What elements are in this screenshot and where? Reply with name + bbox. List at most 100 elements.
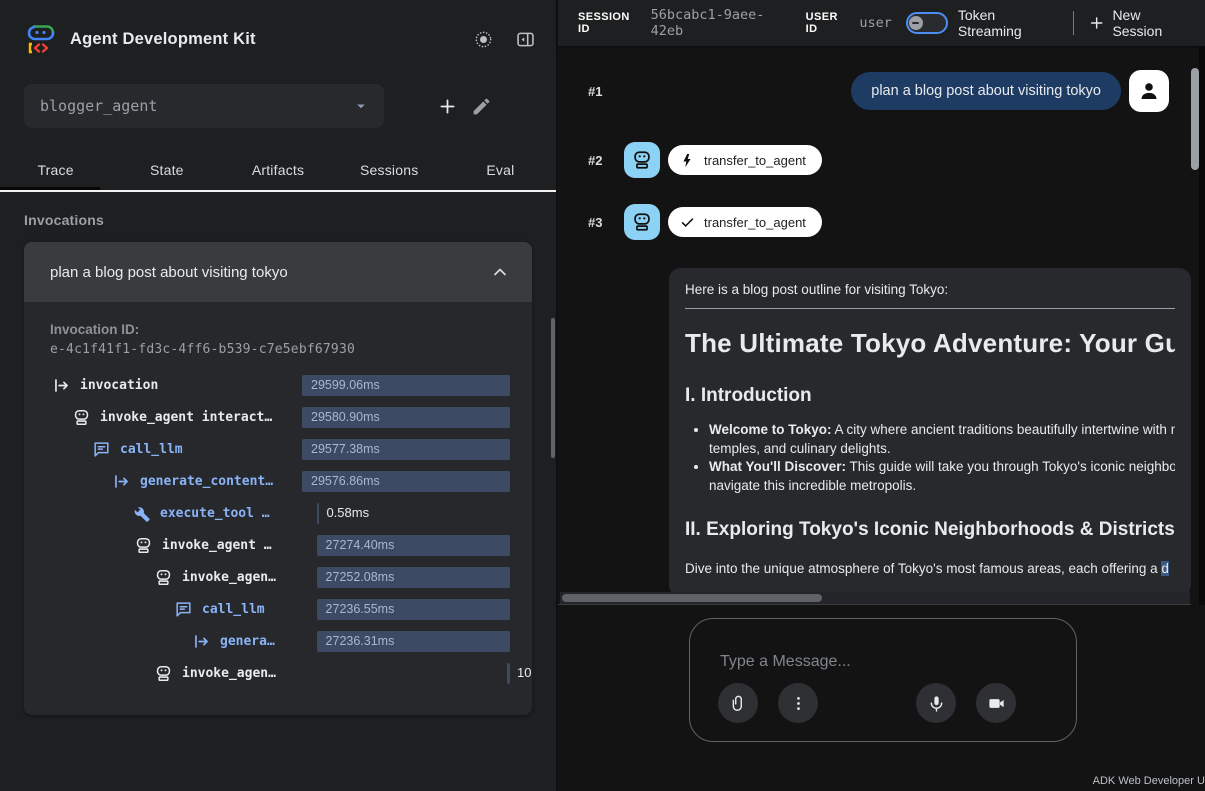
chat-icon: [92, 440, 111, 459]
duration-bar: 29599.06ms: [302, 375, 510, 396]
agent-select[interactable]: blogger_agent: [24, 84, 384, 128]
duration-label: 0.58ms: [326, 505, 369, 520]
left-panel-scrollbar[interactable]: [551, 318, 555, 458]
invocation-card-header[interactable]: plan a blog post about visiting tokyo: [24, 242, 532, 302]
window-edge: [1199, 46, 1205, 605]
person-icon: [1137, 79, 1161, 103]
duration-bar: 27252.08ms: [317, 567, 510, 588]
right-panel: SESSION ID 56bcabc1-9aee-42eb USER ID us…: [558, 0, 1205, 791]
duration-label: 10: [517, 665, 531, 680]
token-streaming-toggle[interactable]: [906, 12, 948, 34]
trace-span-label: execute_tool …: [160, 506, 270, 521]
tab-sessions[interactable]: Sessions: [334, 152, 445, 190]
trace-row[interactable]: call_llm27236.55ms: [50, 593, 510, 625]
trace-row[interactable]: genera… 27236.31ms: [50, 625, 510, 657]
trace-row[interactable]: generate_content…29576.86ms: [50, 465, 510, 497]
list-item: What You'll Discover: This guide will ta…: [709, 458, 1175, 495]
invocation-title: plan a blog post about visiting tokyo: [50, 264, 490, 281]
tab-state[interactable]: State: [111, 152, 222, 190]
arrow-icon: [192, 632, 211, 651]
duration-label: 27252.08ms: [317, 570, 395, 584]
tab-eval[interactable]: Eval: [445, 152, 556, 190]
chat-vertical-scrollbar[interactable]: [1191, 46, 1199, 605]
chat-turn-user: #1 plan a blog post about visiting tokyo: [588, 70, 1191, 112]
trace-panel: Invocations plan a blog post about visit…: [0, 192, 556, 715]
wrench-icon: [132, 504, 151, 523]
message-h2-introduction: I. Introduction: [685, 383, 1175, 409]
new-session-button[interactable]: New Session: [1088, 7, 1191, 39]
chat-area: #1 plan a blog post about visiting tokyo…: [558, 46, 1191, 605]
invocation-card: plan a blog post about visiting tokyo In…: [24, 242, 532, 715]
duration-label: 29576.86ms: [302, 474, 380, 488]
divider: [685, 308, 1175, 309]
duration-bar: [317, 503, 320, 524]
function-call-label: transfer_to_agent: [704, 153, 806, 168]
chat-horizontal-scrollbar[interactable]: [560, 592, 1190, 604]
list-item: Welcome to Tokyo: A city where ancient t…: [709, 421, 1175, 458]
robot-icon: [134, 536, 153, 555]
attach-file-button[interactable]: [718, 683, 758, 723]
microphone-button[interactable]: [916, 683, 956, 723]
trace-span-label: invoke_agen…: [182, 666, 276, 681]
tab-trace[interactable]: Trace: [0, 152, 111, 190]
bot-avatar: [624, 142, 660, 178]
trace-row[interactable]: invoke_agen…10: [50, 657, 510, 689]
trace-row[interactable]: invocation29599.06ms: [50, 369, 510, 401]
trace-span-label: genera…: [220, 634, 275, 649]
duration-bar: [507, 663, 510, 684]
token-streaming-label: Token Streaming: [958, 7, 1059, 39]
user-id-label: USER ID: [806, 11, 852, 35]
trace-row[interactable]: invoke_agen…27252.08ms: [50, 561, 510, 593]
message-h1: The Ultimate Tokyo Adventure: Your Guide: [685, 325, 1175, 361]
trace-row[interactable]: execute_tool … 0.58ms: [50, 497, 510, 529]
more-options-button[interactable]: [778, 683, 818, 723]
robot-icon: [631, 149, 653, 171]
duration-label: 29577.38ms: [302, 442, 380, 456]
scrollbar-thumb[interactable]: [1191, 68, 1199, 170]
selection-highlight: d: [1161, 561, 1169, 576]
message-intro: Here is a blog post outline for visiting…: [685, 280, 1175, 300]
app-title: Agent Development Kit: [70, 30, 454, 49]
left-panel-header: Agent Development Kit: [0, 0, 556, 78]
robot-icon: [72, 408, 91, 427]
duration-label: 27274.40ms: [317, 538, 395, 552]
toggle-thumb-icon: [909, 16, 923, 30]
microphone-icon: [927, 694, 946, 713]
chat-icon: [174, 600, 193, 619]
theme-toggle-button[interactable]: [470, 26, 496, 52]
pencil-icon: [471, 96, 492, 117]
message-input[interactable]: Type a Message...: [689, 618, 1077, 742]
trace-span-label: call_llm: [120, 442, 183, 457]
robot-icon: [154, 664, 173, 683]
tab-artifacts[interactable]: Artifacts: [222, 152, 333, 190]
trace-row[interactable]: call_llm 29577.38ms: [50, 433, 510, 465]
footer-text: ADK Web Developer UI: [1093, 775, 1205, 787]
trace-row[interactable]: invoke_agent interact…29580.90ms: [50, 401, 510, 433]
duration-label: 27236.31ms: [317, 634, 395, 648]
turn-number: #2: [588, 153, 624, 168]
add-session-button[interactable]: [434, 93, 460, 119]
invocation-id: e-4c1f41f1-fd3c-4ff6-b539-c7e5ebf67930: [50, 342, 510, 357]
robot-icon: [154, 568, 173, 587]
user-id-value: user: [859, 15, 892, 31]
left-panel: Agent Development Kit blogger_a: [0, 0, 557, 791]
invocations-heading: Invocations: [24, 212, 532, 228]
new-session-label: New Session: [1112, 7, 1191, 39]
lightning-icon: [680, 153, 695, 168]
duration-label: 29580.90ms: [302, 410, 380, 424]
duration-bar: 27274.40ms: [317, 535, 510, 556]
user-message-bubble: plan a blog post about visiting tokyo: [851, 72, 1121, 110]
message-paragraph: Dive into the unique atmosphere of Tokyo…: [685, 559, 1175, 579]
robot-icon: [631, 211, 653, 233]
function-call-chip[interactable]: transfer_to_agent: [668, 145, 822, 175]
edit-agent-button[interactable]: [468, 93, 494, 119]
tab-bar: Trace State Artifacts Sessions Eval: [0, 152, 556, 192]
duration-bar: 27236.55ms: [317, 599, 510, 620]
collapse-panel-button[interactable]: [512, 26, 538, 52]
function-response-chip[interactable]: transfer_to_agent: [668, 207, 822, 237]
scrollbar-thumb[interactable]: [562, 594, 822, 602]
session-id-value: 56bcabc1-9aee-42eb: [651, 7, 792, 39]
video-button[interactable]: [976, 683, 1016, 723]
turn-number: #1: [588, 84, 624, 99]
trace-row[interactable]: invoke_agent …27274.40ms: [50, 529, 510, 561]
